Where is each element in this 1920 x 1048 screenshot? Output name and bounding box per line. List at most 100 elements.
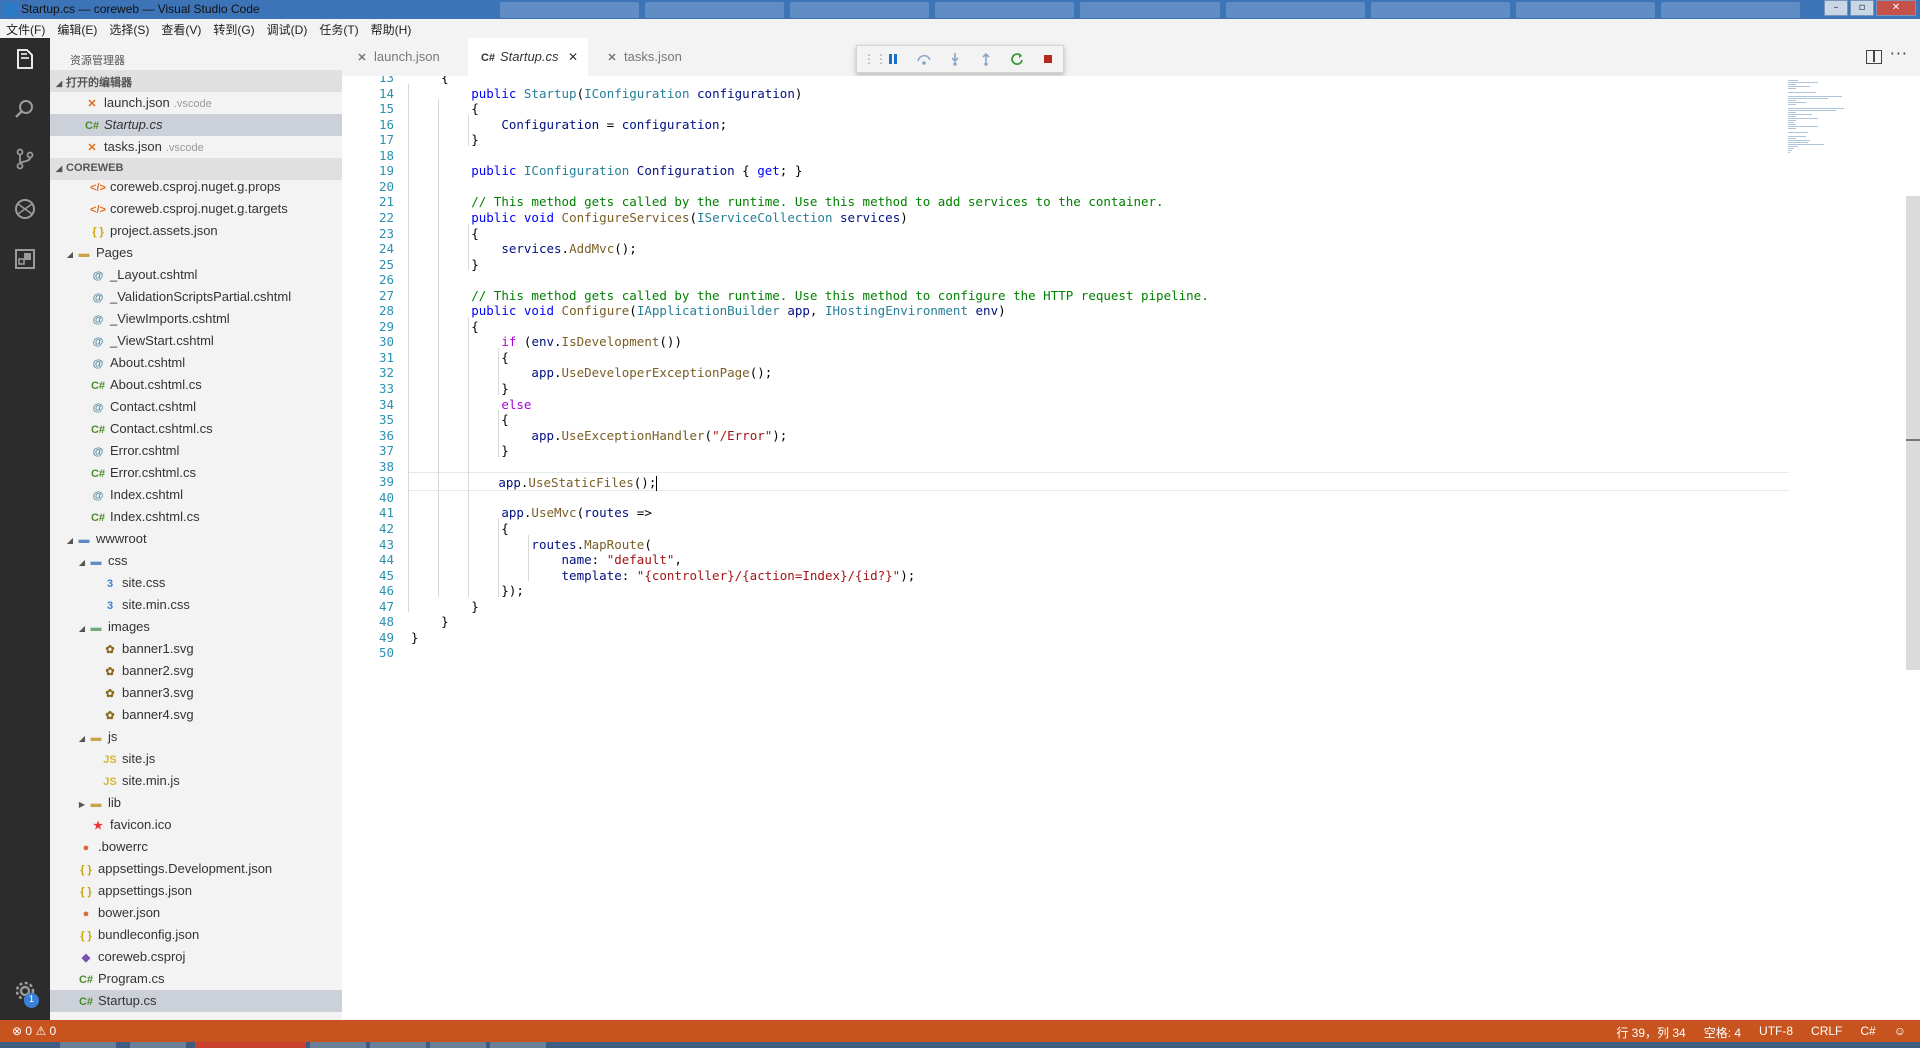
file-tree-item[interactable]: @ About.cshtml bbox=[50, 352, 342, 374]
debug-icon[interactable] bbox=[12, 196, 38, 222]
open-editor-tasks-json[interactable]: ✕ tasks.json .vscode bbox=[50, 136, 342, 158]
minimap-line bbox=[1788, 98, 1828, 99]
file-tree-item[interactable]: @ Contact.cshtml bbox=[50, 396, 342, 418]
file-tree-item[interactable]: ▶ ▬ lib bbox=[50, 792, 342, 814]
file-tree-item[interactable]: 3 site.min.css bbox=[50, 594, 342, 616]
file-tree-item[interactable]: C# Program.cs bbox=[50, 968, 342, 990]
file-tree-item[interactable]: ● .bowerrc bbox=[50, 836, 342, 858]
file-tree-item[interactable]: { } bundleconfig.json bbox=[50, 924, 342, 946]
chevron-right-icon[interactable]: ▶ bbox=[76, 794, 88, 816]
step-into-icon[interactable] bbox=[939, 46, 970, 72]
menu-view[interactable]: 查看(V) bbox=[155, 19, 207, 38]
cursor-position[interactable]: 行 39，列 34 bbox=[1616, 1024, 1685, 1041]
csharp-icon: C# bbox=[90, 424, 106, 436]
maximize-icon[interactable]: ▫ bbox=[1850, 0, 1874, 16]
file-tree-item[interactable]: C# Contact.cshtml.cs bbox=[50, 418, 342, 440]
chevron-down-icon[interactable]: ◢ bbox=[76, 618, 88, 640]
tab-launch-json[interactable]: ✕ launch.json bbox=[342, 38, 462, 76]
language-mode[interactable]: C# bbox=[1860, 1024, 1875, 1041]
menu-file[interactable]: 文件(F) bbox=[0, 19, 51, 38]
extensions-icon[interactable] bbox=[12, 246, 38, 272]
indent-guide bbox=[468, 114, 469, 146]
file-tree-item[interactable]: @ _ViewStart.cshtml bbox=[50, 330, 342, 352]
chevron-down-icon[interactable]: ◢ bbox=[76, 552, 88, 574]
file-tree-item[interactable]: { } appsettings.json bbox=[50, 880, 342, 902]
file-tree-item[interactable]: ◢ ▬ css bbox=[50, 550, 342, 572]
vertical-scrollbar[interactable] bbox=[1906, 196, 1920, 670]
step-over-icon[interactable] bbox=[908, 46, 939, 72]
code-area[interactable]: { public Startup(IConfiguration configur… bbox=[408, 76, 1831, 1020]
tab-startup-cs[interactable]: C# Startup.cs ✕ bbox=[468, 38, 588, 76]
file-tree-item[interactable]: 3 site.css bbox=[50, 572, 342, 594]
pause-icon[interactable] bbox=[877, 46, 908, 72]
open-editor-launch-json[interactable]: ✕ launch.json .vscode bbox=[50, 92, 342, 114]
code-editor[interactable]: 13 14 15 16 17 18 19 20 21 22 23 24 25 26 27 28 29 30 31 32… bbox=[342, 76, 1920, 1020]
file-tree-item[interactable]: { } project.assets.json bbox=[50, 220, 342, 242]
indentation[interactable]: 空格: 4 bbox=[1704, 1024, 1741, 1041]
file-tree-item[interactable]: ✿ banner4.svg bbox=[50, 704, 342, 726]
split-editor-icon[interactable] bbox=[1866, 50, 1882, 64]
close-window-icon[interactable]: ✕ bbox=[1876, 0, 1916, 16]
explorer-icon[interactable] bbox=[12, 46, 38, 72]
file-tree-item[interactable]: </> coreweb.csproj.nuget.g.props bbox=[50, 176, 342, 198]
restart-icon[interactable] bbox=[1001, 46, 1032, 72]
file-tree-item[interactable]: ◢ ▬ images bbox=[50, 616, 342, 638]
code-line[interactable]: } bbox=[411, 441, 509, 460]
file-tree-item[interactable]: ◆ coreweb.csproj bbox=[50, 946, 342, 968]
file-tree-item-label: appsettings.Development.json bbox=[98, 861, 273, 876]
menu-edit[interactable]: 编辑(E) bbox=[51, 19, 103, 38]
menu-help[interactable]: 帮助(H) bbox=[365, 19, 418, 38]
menu-goto[interactable]: 转到(G) bbox=[207, 19, 260, 38]
minimize-icon[interactable]: – bbox=[1824, 0, 1848, 16]
file-tree-item[interactable]: C# Error.cshtml.cs bbox=[50, 462, 342, 484]
problems-indicator[interactable]: ⊗ 0 ⚠ 0 bbox=[12, 1024, 56, 1038]
file-tree-item[interactable]: JS site.js bbox=[50, 748, 342, 770]
stop-icon[interactable] bbox=[1032, 46, 1063, 72]
source-control-icon[interactable] bbox=[12, 146, 38, 172]
file-tree-item[interactable]: C# Startup.cs bbox=[50, 990, 342, 1012]
file-tree-item[interactable]: ✿ banner1.svg bbox=[50, 638, 342, 660]
file-tree-item-label: site.min.js bbox=[122, 773, 180, 788]
end-of-line[interactable]: CRLF bbox=[1811, 1024, 1842, 1041]
drag-handle-icon[interactable]: ⋮⋮ bbox=[863, 52, 887, 66]
file-tree-item[interactable]: </> coreweb.csproj.nuget.g.targets bbox=[50, 198, 342, 220]
file-tree-item[interactable]: @ _Layout.cshtml bbox=[50, 264, 342, 286]
menu-debug[interactable]: 调试(D) bbox=[261, 19, 314, 38]
file-tree-item[interactable]: ● bower.json bbox=[50, 902, 342, 924]
encoding[interactable]: UTF-8 bbox=[1759, 1024, 1793, 1041]
code-line[interactable]: } bbox=[411, 628, 419, 647]
chevron-down-icon[interactable]: ◢ bbox=[64, 244, 76, 266]
bower-icon: ● bbox=[82, 908, 90, 920]
file-tree-item[interactable]: C# Index.cshtml.cs bbox=[50, 506, 342, 528]
file-tree-item[interactable]: ◢ ▬ js bbox=[50, 726, 342, 748]
file-tree-item[interactable]: @ Index.cshtml bbox=[50, 484, 342, 506]
file-tree-item[interactable]: { } appsettings.Development.json bbox=[50, 858, 342, 880]
code-line[interactable]: public void ConfigureServices(IServiceCo… bbox=[411, 208, 908, 227]
menu-selection[interactable]: 选择(S) bbox=[103, 19, 155, 38]
menu-tasks[interactable]: 任务(T) bbox=[313, 19, 364, 38]
file-tree-item[interactable]: ✿ banner3.svg bbox=[50, 682, 342, 704]
file-tree-item[interactable]: ◢ ▬ wwwroot bbox=[50, 528, 342, 550]
file-tree-item[interactable]: C# About.cshtml.cs bbox=[50, 374, 342, 396]
code-line[interactable]: app.UseStaticFiles(); bbox=[408, 472, 1789, 492]
open-editor-startup-cs[interactable]: C# Startup.cs bbox=[50, 114, 342, 136]
code-line[interactable]: public void Configure(IApplicationBuilde… bbox=[411, 301, 1005, 320]
file-tree-item[interactable]: @ _ValidationScriptsPartial.cshtml bbox=[50, 286, 342, 308]
more-actions-icon[interactable]: ··· bbox=[1890, 44, 1908, 63]
search-icon[interactable] bbox=[12, 96, 38, 122]
chevron-down-icon[interactable]: ◢ bbox=[64, 530, 76, 552]
file-tree-item[interactable]: @ Error.cshtml bbox=[50, 440, 342, 462]
tab-tasks-json[interactable]: ✕ tasks.json bbox=[592, 38, 702, 76]
open-editors-section[interactable]: ◢ 打开的编辑器 bbox=[50, 70, 342, 92]
file-tree-item[interactable]: ✿ banner2.svg bbox=[50, 660, 342, 682]
minimap[interactable] bbox=[1782, 76, 1892, 176]
chevron-down-icon[interactable]: ◢ bbox=[76, 728, 88, 750]
step-out-icon[interactable] bbox=[970, 46, 1001, 72]
close-icon[interactable]: ✕ bbox=[568, 38, 578, 76]
feedback-icon[interactable]: ☺ bbox=[1894, 1024, 1906, 1041]
file-tree-item[interactable]: ◢ ▬ Pages bbox=[50, 242, 342, 264]
file-tree-item[interactable]: ★ favicon.ico bbox=[50, 814, 342, 836]
file-tree-item[interactable]: @ _ViewImports.cshtml bbox=[50, 308, 342, 330]
file-tree-item[interactable]: JS site.min.js bbox=[50, 770, 342, 792]
code-line[interactable]: public IConfiguration Configuration { ge… bbox=[411, 161, 802, 180]
